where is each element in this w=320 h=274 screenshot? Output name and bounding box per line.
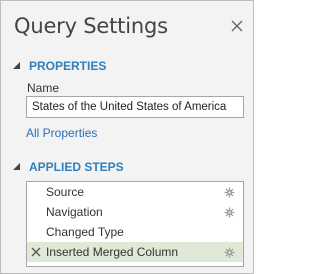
gear-icon[interactable] <box>224 187 235 198</box>
gear-icon[interactable] <box>224 207 235 218</box>
all-properties-link[interactable]: All Properties <box>26 126 97 140</box>
properties-header: PROPERTIES <box>29 59 107 73</box>
step-label: Changed Type <box>46 225 124 239</box>
step-inserted-merged-column[interactable]: Inserted Merged Column <box>27 242 243 262</box>
step-navigation[interactable]: Navigation <box>27 202 243 222</box>
query-name-input[interactable] <box>26 96 244 118</box>
applied-steps-header: APPLIED STEPS <box>29 160 124 174</box>
collapse-triangle-icon <box>13 62 20 69</box>
step-label: Navigation <box>46 205 103 219</box>
close-icon[interactable] <box>229 18 245 34</box>
properties-section-toggle[interactable]: PROPERTIES <box>11 59 106 73</box>
step-label: Source <box>46 185 85 199</box>
step-label: Inserted Merged Column <box>46 245 179 259</box>
gear-icon[interactable] <box>224 247 235 258</box>
name-label: Name <box>27 81 60 95</box>
applied-steps-section-toggle[interactable]: APPLIED STEPS <box>11 160 124 174</box>
collapse-triangle-icon <box>13 163 20 170</box>
delete-step-icon[interactable] <box>31 247 41 257</box>
step-source[interactable]: Source <box>27 182 243 202</box>
pane-title: Query Settings <box>14 14 168 38</box>
query-settings-pane: Query Settings PROPERTIES Name All Prope… <box>0 0 254 274</box>
applied-steps-list: Source Navigation Changed Type Inserted … <box>26 181 244 267</box>
step-changed-type[interactable]: Changed Type <box>27 222 243 242</box>
